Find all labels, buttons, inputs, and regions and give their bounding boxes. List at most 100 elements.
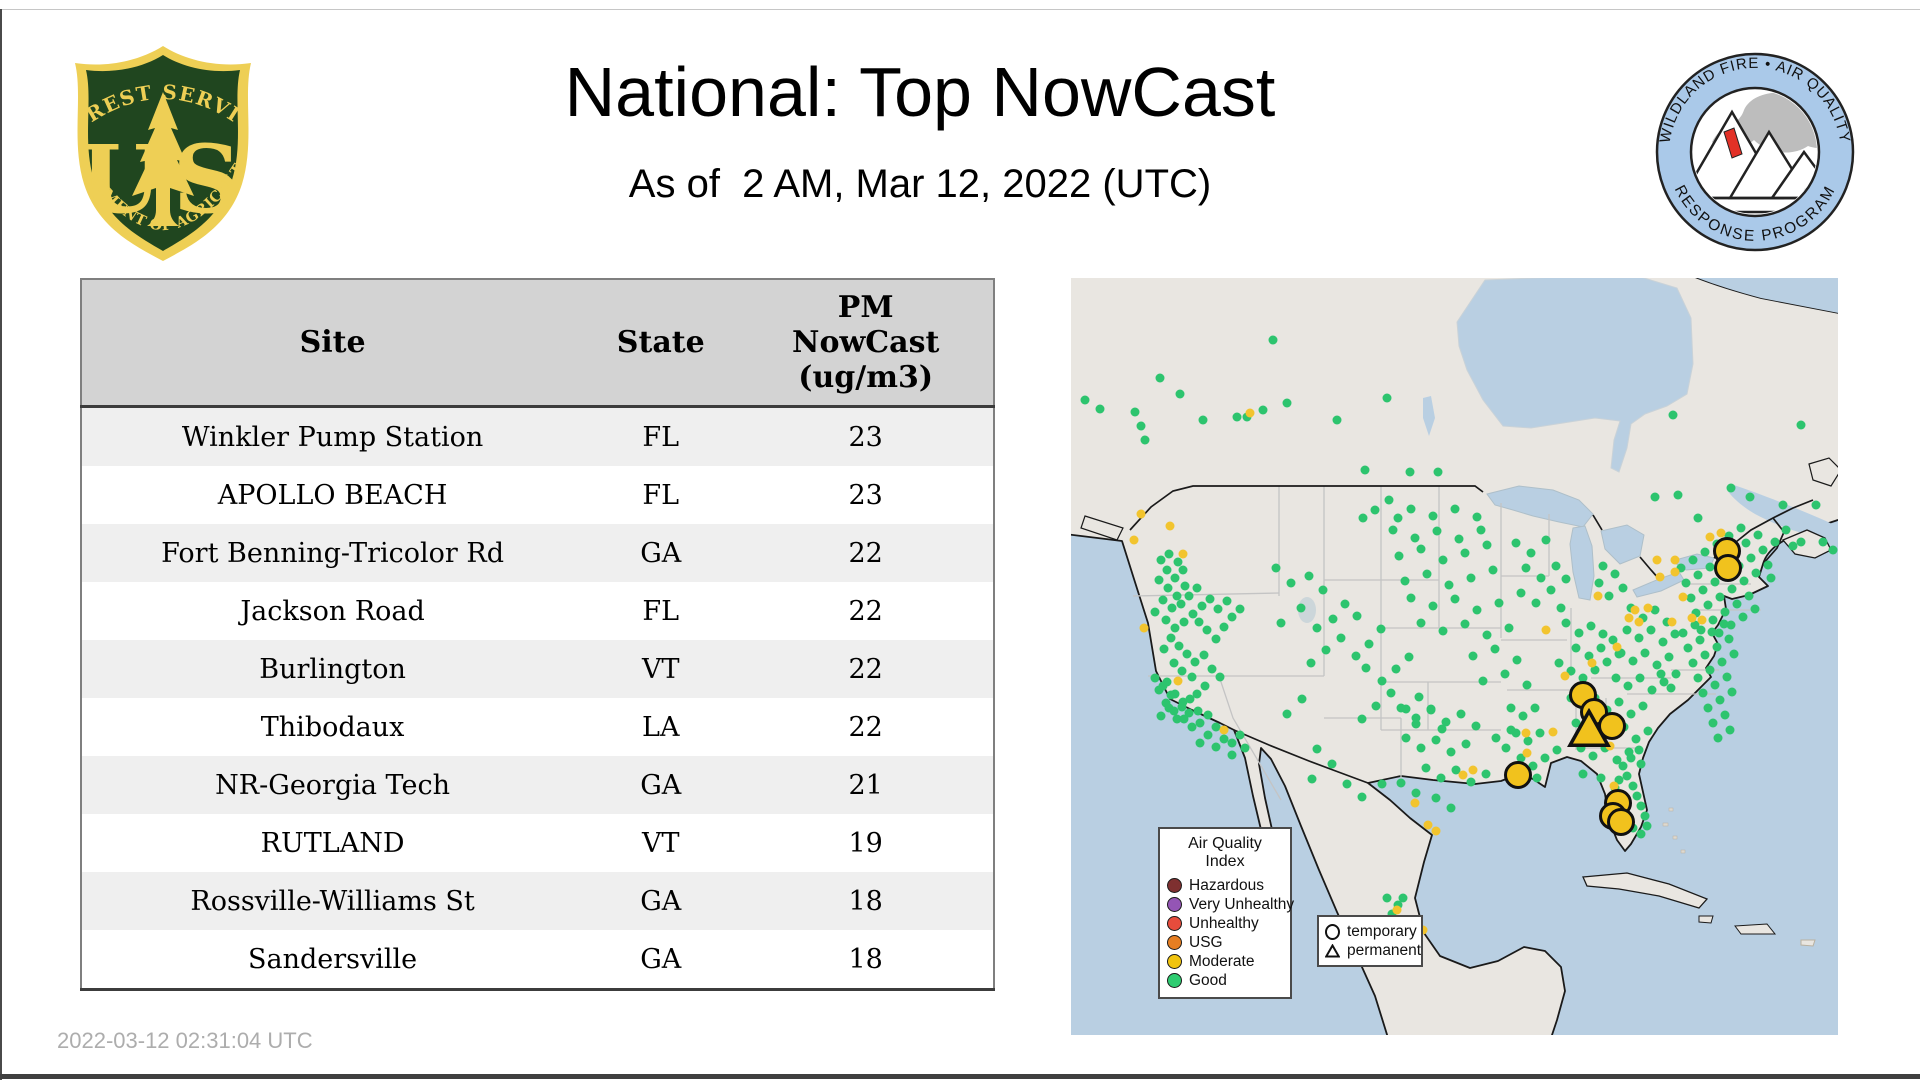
monitor-site-dot-good <box>1212 635 1221 644</box>
monitor-site-dot-good <box>1517 589 1526 598</box>
monitor-site-dot-good <box>1333 416 1342 425</box>
monitor-site-dot-good <box>1451 505 1460 514</box>
monitor-site-dot-good <box>1196 719 1205 728</box>
monitor-site-dot-good <box>1797 538 1806 547</box>
monitor-site-dot-moderate <box>1706 533 1715 542</box>
monitor-site-dot-good <box>1287 579 1296 588</box>
monitor-site-dot-good <box>1411 534 1420 543</box>
monitor-site-dot-good <box>1175 642 1184 651</box>
monitor-site-dot-good <box>1502 744 1511 753</box>
column-header-pm-nowcast: PMNowCast(ug/m3) <box>738 279 994 407</box>
monitor-site-dot-moderate <box>1469 766 1478 775</box>
monitor-site-dot-good <box>1439 556 1448 565</box>
monitor-site-dot-good <box>1081 396 1090 405</box>
monitor-site-dot-good <box>1397 704 1406 713</box>
monitor-site-dot-good <box>1615 698 1624 707</box>
monitor-site-dot-good <box>1178 667 1187 676</box>
monitor-site-dot-good <box>1329 615 1338 624</box>
monitor-site-dot-good <box>1739 613 1748 622</box>
aqi-color-dot-icon <box>1167 897 1182 912</box>
monitor-site-dot-good <box>1204 711 1213 720</box>
monitor-site-dot-good <box>1432 794 1441 803</box>
aqi-color-dot-icon <box>1167 954 1182 969</box>
monitor-site-dot-good <box>1733 600 1742 609</box>
monitor-site-dot-good <box>1378 780 1387 789</box>
monitor-site-dot-moderate <box>1668 618 1677 627</box>
monitor-site-dot-good <box>1533 774 1542 783</box>
monitor-site-dot-good <box>1472 722 1481 731</box>
monitor-site-dot-good <box>1328 760 1337 769</box>
site-cell: Thibodaux <box>81 698 583 756</box>
generated-timestamp: 2022-03-12 02:31:04 UTC <box>57 1028 313 1054</box>
monitor-site-dot-good <box>1159 596 1168 605</box>
monitor-site-dot-good <box>1389 526 1398 535</box>
monitor-site-dot-good <box>1216 673 1225 682</box>
monitor-site-dot-good <box>1457 710 1466 719</box>
monitor-site-dot-good <box>1200 651 1209 660</box>
monitor-site-dot-good <box>1552 562 1561 571</box>
monitor-site-dot-good <box>1442 718 1451 727</box>
monitor-site-dot-good <box>1455 535 1464 544</box>
monitor-site-dot-moderate <box>1594 592 1603 601</box>
value-cell: 22 <box>738 582 994 640</box>
monitor-site-dot-good <box>1178 703 1187 712</box>
monitor-site-dot-good <box>1371 506 1380 515</box>
monitor-site-dot-good <box>1812 501 1821 510</box>
monitor-site-dot-good <box>1523 681 1532 690</box>
monitor-site-dot-good <box>1206 595 1215 604</box>
monitor-site-dot-moderate <box>1411 799 1420 808</box>
aqi-legend-item: Unhealthy <box>1167 914 1283 933</box>
monitor-site-dot-good <box>1483 631 1492 640</box>
site-cell: Rossville-Williams St <box>81 872 583 930</box>
monitor-site-dot-good <box>1575 629 1584 638</box>
monitor-site-dot-good <box>1180 618 1189 627</box>
monitor-site-dot-good <box>1542 536 1551 545</box>
monitor-site-dot-good <box>1437 774 1446 783</box>
monitor-site-dot-good <box>1399 894 1408 903</box>
state-cell: FL <box>583 407 738 467</box>
wfaqrp-logo: WILDLAND FIRE • AIR QUALITY RESPONSE PRO… <box>1652 46 1858 262</box>
monitor-site-dot-good <box>1405 653 1414 662</box>
monitor-site-dot-good <box>1305 572 1314 581</box>
monitor-site-dot-good <box>1422 764 1431 773</box>
monitor-site-dot-good <box>1236 605 1245 614</box>
monitor-site-dot-good <box>1298 695 1307 704</box>
monitor-site-dot-good <box>1283 710 1292 719</box>
aqi-legend-label: Good <box>1189 972 1227 990</box>
monitor-site-dot-good <box>1469 652 1478 661</box>
monitor-site-dot-good <box>1228 613 1237 622</box>
monitor-site-dot-good <box>1531 704 1540 713</box>
aqi-legend-item: Moderate <box>1167 952 1283 971</box>
monitor-site-dot-good <box>1365 640 1374 649</box>
page-subtitle: As of 2 AM, Mar 12, 2022 (UTC) <box>280 162 1560 207</box>
monitor-site-dot-good <box>1789 542 1798 551</box>
monitor-site-dot-good <box>1669 411 1678 420</box>
marker-type-item: temporary <box>1325 922 1415 941</box>
marker-type-label: temporary <box>1347 923 1417 941</box>
monitor-site-dot-good <box>1639 702 1648 711</box>
puerto-rico <box>1801 940 1815 946</box>
monitor-site-dot-good <box>1679 629 1688 638</box>
monitor-site-dot-good <box>1433 527 1442 536</box>
monitor-site-dot-good <box>1779 501 1788 510</box>
monitor-site-dot-good <box>1507 704 1516 713</box>
marker-type-label: permanent <box>1347 942 1421 960</box>
monitor-site-dot-good <box>1597 644 1606 653</box>
monitor-site-dot-good <box>1651 493 1660 502</box>
monitor-site-dot-good <box>1752 569 1761 578</box>
monitor-site-dot-good <box>1637 802 1646 811</box>
monitor-site-dot-good <box>1489 566 1498 575</box>
monitor-site-dot-good <box>1171 624 1180 633</box>
monitor-site-dot-good <box>1167 634 1176 643</box>
state-cell: FL <box>583 582 738 640</box>
table-row: Fort Benning-Tricolor RdGA22 <box>81 524 994 582</box>
monitor-site-dot-good <box>1623 772 1632 781</box>
monitor-site-dot-moderate <box>1698 616 1707 625</box>
table-header-row: Site State PMNowCast(ug/m3) <box>81 279 994 407</box>
monitor-site-dot-good <box>1687 594 1696 603</box>
site-cell: RUTLAND <box>81 814 583 872</box>
monitor-site-dot-good <box>1721 711 1730 720</box>
monitor-site-dot-good <box>1159 682 1168 691</box>
monitor-site-dot-good <box>1233 413 1242 422</box>
monitor-site-dot-good <box>1283 399 1292 408</box>
